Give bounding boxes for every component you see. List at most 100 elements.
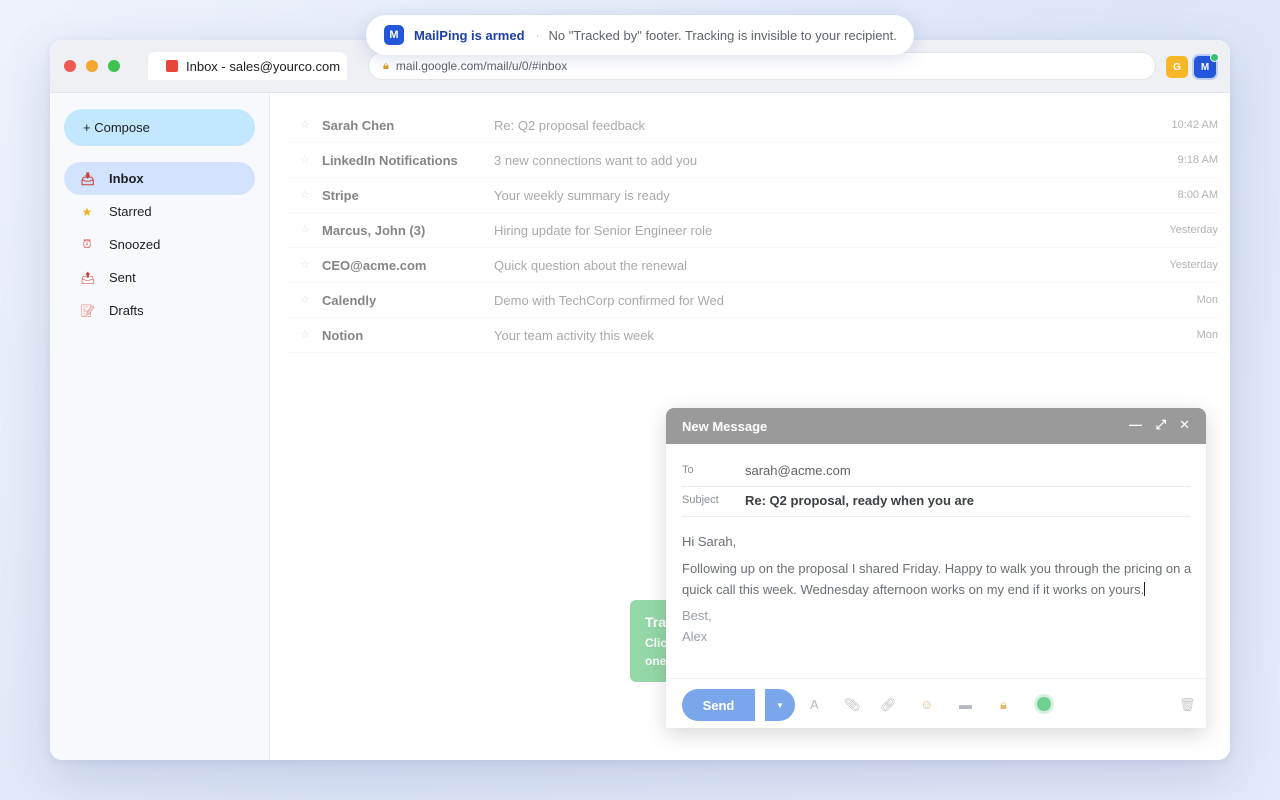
url-text: mail.google.com/mail/u/0/#inbox [395,59,568,73]
close-icon[interactable]: ✕ [1179,417,1190,433]
email-list: ☆ Sarah Chen Re: Q2 proposal feedback 10… [288,108,1218,353]
email-subject: Your team activity this week [494,328,654,343]
draft-icon: 📝︎ [80,303,96,318]
tab-title: Inbox - sales@yourco.com [186,58,341,74]
sidebar-item-label: Sent [109,270,136,285]
browser-tab[interactable]: Inbox - sales@yourco.com [148,52,347,80]
to-label: To [682,464,694,476]
to-field[interactable]: To sarah@acme.com [682,457,1190,487]
sidebar-item-drafts[interactable]: 📝︎ Drafts [64,294,255,327]
attach-icon[interactable]: 📎︎ [844,697,861,713]
sent-icon: 📤︎ [80,270,96,285]
email-row[interactable]: ☆ Marcus, John (3) Hiring update for Sen… [288,213,1218,248]
notification-separator: · [535,28,540,42]
browser-window: Inbox - sales@yourco.com 🔒︎ mail.google.… [50,40,1230,760]
sidebar-item-label: Drafts [109,303,144,318]
formatting-icon[interactable]: A [810,697,819,712]
subject-label: Subject [682,494,719,506]
star-toggle-icon[interactable]: ☆ [300,118,310,131]
minimize-window-button[interactable] [86,60,98,72]
email-sender: LinkedIn Notifications [322,153,458,168]
sidebar-item-sent[interactable]: 📤︎ Sent [64,261,255,294]
email-row[interactable]: ☆ Sarah Chen Re: Q2 proposal feedback 10… [288,108,1218,143]
lock-icon: 🔒︎ [383,59,389,72]
email-sender: Sarah Chen [322,118,395,133]
compose-title: New Message [682,418,768,434]
email-row[interactable]: ☆ Calendly Demo with TechCorp confirmed … [288,283,1218,318]
sidebar-item-label: Inbox [109,171,144,186]
body-paragraph-text: Following up on the proposal I shared Fr… [682,561,1192,597]
email-sender: Stripe [322,188,359,203]
tracking-status-indicator[interactable] [1037,697,1051,711]
emoji-icon[interactable]: ☺ [920,697,933,712]
compose-window: New Message — ⤢ ✕ To sarah@acme.com Subj… [666,408,1206,728]
close-window-button[interactable] [64,60,76,72]
notification-title: MailPing is armed [414,27,525,43]
extension-g-icon[interactable]: G [1166,56,1188,78]
clock-icon: ⏰︎ [82,237,92,251]
compose-toolbar: Send ▼ A 📎︎ 🔗︎ ☺ ▬ 🔒︎ 🗑︎ [666,678,1206,728]
sidebar-item-starred[interactable]: ★ Starred [64,195,255,228]
sidebar-item-snoozed[interactable]: ⏰︎ Snoozed [64,228,255,261]
trash-icon[interactable]: 🗑︎ [1179,697,1196,713]
email-subject: Demo with TechCorp confirmed for Wed [494,293,725,308]
email-sender: CEO@acme.com [322,258,427,273]
notification-message: No "Tracked by" footer. Tracking is invi… [548,27,897,43]
extension-status-dot [1210,53,1219,62]
to-value[interactable]: sarah@acme.com [745,463,851,478]
text-cursor [1144,582,1146,596]
email-time: Yesterday [1169,259,1218,271]
gmail-favicon-icon [166,60,178,72]
minimize-icon[interactable]: — [1129,417,1142,432]
email-subject: 3 new connections want to add you [494,153,698,168]
email-time: 10:42 AM [1171,119,1218,131]
star-toggle-icon[interactable]: ☆ [300,223,310,236]
expand-icon[interactable]: ⤢ [1156,417,1166,433]
sidebar-item-label: Snoozed [109,237,161,252]
star-toggle-icon[interactable]: ☆ [300,188,310,201]
email-subject: Quick question about the renewal [494,258,687,273]
maximize-window-button[interactable] [108,60,120,72]
mailping-extension-icon[interactable]: M [1194,53,1219,78]
mailping-logo-icon: M [384,25,404,45]
body-greeting[interactable]: Hi Sarah, [682,531,1194,552]
email-time: Mon [1196,329,1218,341]
email-subject: Re: Q2 proposal feedback [494,118,646,133]
email-row[interactable]: ☆ Notion Your team activity this week Mo… [288,318,1218,353]
sidebar-item-inbox[interactable]: 📥︎ Inbox [64,162,255,195]
email-time: Yesterday [1169,224,1218,236]
star-icon: ★ [81,204,93,219]
email-row[interactable]: ☆ CEO@acme.com Quick question about the … [288,248,1218,283]
subject-field[interactable]: Subject Re: Q2 proposal, ready when you … [682,487,1190,517]
body-paragraph[interactable]: Following up on the proposal I shared Fr… [682,558,1194,600]
send-button[interactable]: Send [682,689,755,721]
email-subject: Your weekly summary is ready [494,188,670,203]
star-toggle-icon[interactable]: ☆ [300,328,310,341]
link-icon[interactable]: 🔗︎ [880,697,897,713]
email-sender: Notion [322,328,364,343]
compose-button[interactable]: + Compose [64,109,255,146]
body-signature[interactable]: Alex [682,626,1194,647]
subject-value[interactable]: Re: Q2 proposal, ready when you are [745,493,974,508]
star-toggle-icon[interactable]: ☆ [300,258,310,271]
email-row[interactable]: ☆ LinkedIn Notifications 3 new connectio… [288,143,1218,178]
star-toggle-icon[interactable]: ☆ [300,153,310,166]
sidebar-item-label: Starred [109,204,152,219]
email-row[interactable]: ☆ Stripe Your weekly summary is ready 8:… [288,178,1218,213]
email-subject: Hiring update for Senior Engineer role [494,223,713,238]
star-toggle-icon[interactable]: ☆ [300,293,310,306]
email-sender: Calendly [322,293,377,308]
mailping-notification: M MailPing is armed · No "Tracked by" fo… [366,15,914,55]
confidential-lock-icon[interactable]: 🔒︎ [1000,697,1007,713]
email-time: 9:18 AM [1177,154,1218,166]
compose-header: New Message — ⤢ ✕ [666,408,1206,444]
address-bar[interactable]: 🔒︎ mail.google.com/mail/u/0/#inbox [368,52,1156,80]
drive-icon[interactable]: ▬ [959,697,972,712]
body-signoff[interactable]: Best, [682,605,1194,626]
send-options-chevron-icon[interactable]: ▼ [765,689,795,721]
sidebar: + Compose 📥︎ Inbox ★ Starred ⏰︎ Snoozed … [50,93,270,760]
inbox-icon: 📥︎ [80,171,96,186]
email-sender: Marcus, John (3) [322,223,426,238]
email-time: 8:00 AM [1177,189,1218,201]
email-time: Mon [1196,294,1218,306]
